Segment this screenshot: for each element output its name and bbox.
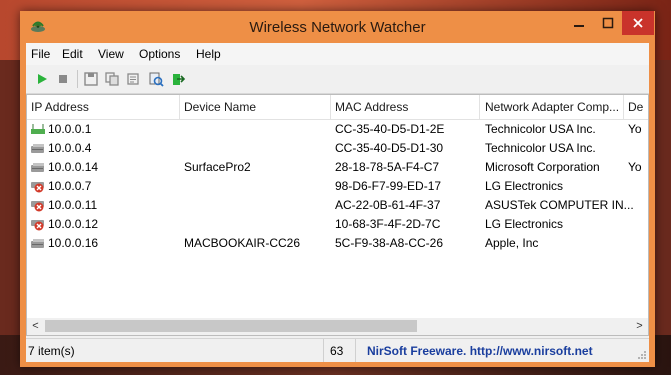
window-title: Wireless Network Watcher	[249, 19, 426, 36]
router-icon	[31, 124, 45, 134]
device-error-icon	[31, 220, 44, 231]
exit-icon[interactable]	[170, 71, 186, 87]
column-divider[interactable]	[479, 95, 480, 119]
item-count: 7 item(s)	[28, 344, 75, 358]
cell-ip: 10.0.0.7	[48, 179, 92, 193]
toolbar	[26, 65, 649, 94]
cell-vendor: LG Electronics	[485, 179, 564, 193]
cell-mac: AC-22-0B-61-4F-37	[335, 198, 441, 212]
table-row[interactable]: 10.0.0.7 98-D6-F7-99-ED-17 LG Electronics	[27, 177, 648, 196]
title-bar[interactable]: Wireless Network Watcher	[20, 11, 655, 43]
column-divider[interactable]	[179, 95, 180, 119]
table-row[interactable]: 10.0.0.1 CC-35-40-D5-D1-2E Technicolor USA…	[27, 120, 648, 139]
cell-device-name: MACBOOKAIR-CC26	[184, 236, 301, 250]
status-panel-number: 63	[324, 339, 356, 362]
device-icon	[31, 163, 44, 172]
device-icon	[31, 239, 44, 248]
column-mac-address[interactable]: MAC Address	[335, 100, 408, 114]
status-number: 63	[330, 344, 344, 358]
nirsoft-link[interactable]: NirSoft Freeware. http://www.nirsoft.net	[367, 344, 593, 358]
cell-vendor: Technicolor USA Inc.	[485, 141, 596, 155]
cell-mac: 98-D6-F7-99-ED-17	[335, 179, 442, 193]
menu-options[interactable]: Options	[139, 47, 180, 61]
device-error-icon	[31, 182, 44, 193]
menu-help[interactable]: Help	[196, 47, 221, 61]
cell-mac: 5C-F9-38-A8-CC-26	[335, 236, 444, 250]
cell-mac: CC-35-40-D5-D1-30	[335, 141, 444, 155]
copy-icon[interactable]	[104, 71, 120, 87]
column-ip-address[interactable]: IP Address	[31, 100, 89, 114]
cell-device-info: Yo	[628, 160, 642, 174]
menu-edit[interactable]: Edit	[62, 47, 83, 61]
resize-grip-icon[interactable]	[637, 350, 647, 360]
cell-vendor: LG Electronics	[485, 217, 564, 231]
client-area: File Edit View Options Help IP Address D…	[26, 43, 649, 362]
column-device-name[interactable]: Device Name	[184, 100, 256, 114]
stop-icon[interactable]	[55, 71, 71, 87]
status-bar: 7 item(s) 63 NirSoft Freeware. http://ww…	[26, 338, 649, 362]
status-panel-count: 7 item(s)	[26, 339, 324, 362]
device-list[interactable]: IP Address Device Name MAC Address Netwo…	[26, 94, 649, 336]
maximize-button[interactable]	[594, 11, 622, 35]
app-window: Wireless Network Watcher File Edit View …	[20, 11, 655, 367]
toolbar-separator	[77, 70, 78, 88]
scroll-thumb[interactable]	[45, 320, 417, 332]
table-row[interactable]: 10.0.0.12 10-68-3F-4F-2D-7C LG Electronics	[27, 215, 648, 234]
cell-mac: CC-35-40-D5-D1-2E	[335, 122, 445, 136]
start-icon[interactable]	[34, 71, 50, 87]
list-header: IP Address Device Name MAC Address Netwo…	[27, 95, 648, 120]
menu-file[interactable]: File	[31, 47, 50, 61]
column-device-info[interactable]: De	[628, 100, 643, 114]
table-row[interactable]: 10.0.0.14 SurfacePro2 28-18-78-5A-F4-C7 Mic…	[27, 158, 648, 177]
horizontal-scrollbar[interactable]: < >	[27, 318, 648, 335]
save-icon[interactable]	[83, 71, 99, 87]
cell-vendor: ASUSTek COMPUTER IN...	[485, 198, 634, 212]
column-divider[interactable]	[623, 95, 624, 119]
cell-ip: 10.0.0.4	[48, 141, 92, 155]
minimize-icon	[574, 25, 584, 27]
cell-ip: 10.0.0.11	[48, 198, 98, 212]
cell-device-name: SurfacePro2	[184, 160, 251, 174]
table-row[interactable]: 10.0.0.16 MACBOOKAIR-CC26 5C-F9-38-A8-CC-2…	[27, 234, 648, 253]
properties-icon[interactable]	[125, 71, 141, 87]
cell-mac: 28-18-78-5A-F4-C7	[335, 160, 440, 174]
menu-view[interactable]: View	[98, 47, 124, 61]
cell-mac: 10-68-3F-4F-2D-7C	[335, 217, 441, 231]
menu-bar: File Edit View Options Help	[26, 43, 649, 65]
cell-ip: 10.0.0.14	[48, 160, 99, 174]
cell-ip: 10.0.0.1	[48, 122, 92, 136]
cell-vendor: Microsoft Corporation	[485, 160, 600, 174]
table-row[interactable]: 10.0.0.4 CC-35-40-D5-D1-30 Technicolor USA…	[27, 139, 648, 158]
cell-vendor: Apple, Inc	[485, 236, 539, 250]
cell-vendor: Technicolor USA Inc.	[485, 122, 596, 136]
scroll-left-icon[interactable]: <	[27, 318, 44, 335]
column-divider[interactable]	[330, 95, 331, 119]
device-icon	[31, 144, 44, 153]
column-adapter-company[interactable]: Network Adapter Comp...	[485, 100, 619, 114]
scroll-right-icon[interactable]: >	[631, 318, 648, 335]
close-icon	[633, 18, 643, 28]
close-button[interactable]	[622, 11, 654, 35]
cell-ip: 10.0.0.12	[48, 217, 99, 231]
minimize-button[interactable]	[565, 11, 593, 35]
refresh-icon[interactable]	[148, 71, 164, 87]
cell-ip: 10.0.0.16	[48, 236, 99, 250]
cell-device-info: Yo	[628, 122, 642, 136]
device-error-icon	[31, 201, 44, 212]
maximize-icon	[602, 17, 614, 29]
table-row[interactable]: 10.0.0.11 AC-22-0B-61-4F-37 ASUSTek COMPUT…	[27, 196, 648, 215]
